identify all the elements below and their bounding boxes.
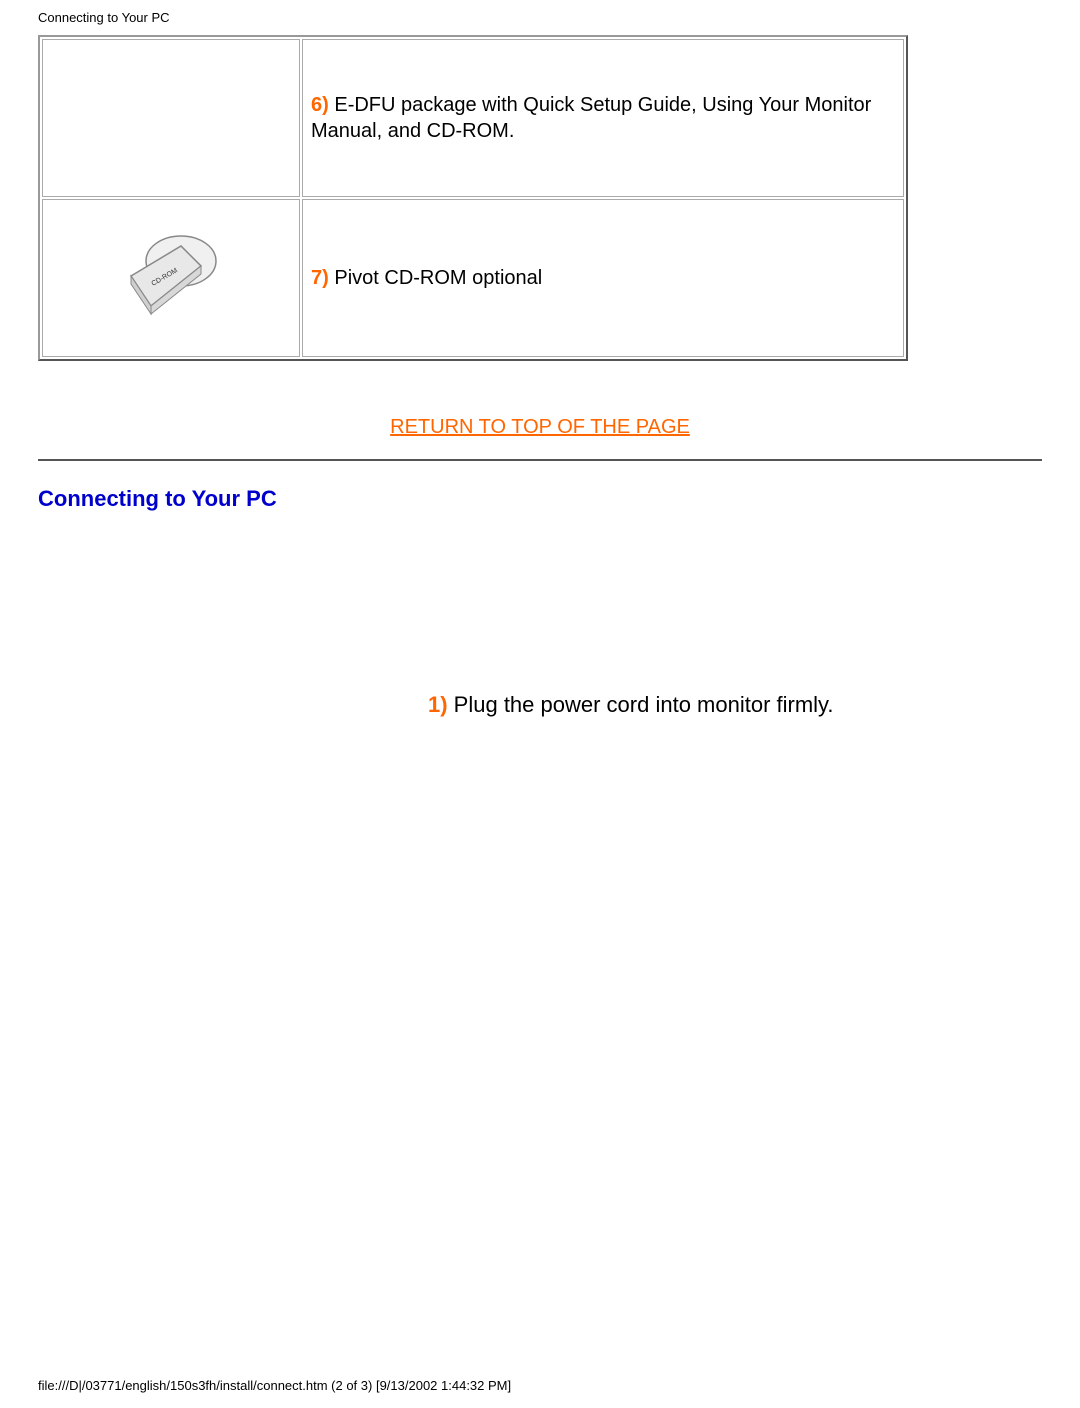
- cdrom-icon: CD-ROM: [111, 226, 231, 326]
- step-text-6: E-DFU package with Quick Setup Guide, Us…: [311, 94, 871, 142]
- section-heading: Connecting to Your PC: [38, 486, 1042, 512]
- step-number-7: 7): [311, 267, 329, 289]
- step-number-6: 6): [311, 94, 329, 116]
- page-footer: file:///D|/03771/english/150s3fh/install…: [0, 1368, 1080, 1408]
- table-row: 6) E-DFU package with Quick Setup Guide,…: [42, 39, 904, 197]
- icon-cell-7: CD-ROM: [42, 199, 300, 357]
- instruction-text-1: Plug the power cord into monitor firmly.: [448, 692, 834, 717]
- return-to-top-link[interactable]: RETURN TO TOP OF THE PAGE: [38, 416, 1042, 439]
- text-cell-7: 7) Pivot CD-ROM optional: [302, 199, 904, 357]
- page-header-title: Connecting to Your PC: [0, 0, 1080, 35]
- step-number-1: 1): [428, 692, 448, 717]
- text-cell-6: 6) E-DFU package with Quick Setup Guide,…: [302, 39, 904, 197]
- section-divider: [38, 459, 1042, 461]
- accessory-table: 6) E-DFU package with Quick Setup Guide,…: [38, 35, 908, 361]
- step-text-7: Pivot CD-ROM optional: [329, 267, 542, 289]
- main-content: 6) E-DFU package with Quick Setup Guide,…: [0, 35, 1080, 718]
- icon-cell-6: [42, 39, 300, 197]
- table-row: CD-ROM 7) Pivot CD-ROM optional: [42, 199, 904, 357]
- instruction-step-1: 1) Plug the power cord into monitor firm…: [428, 692, 1042, 718]
